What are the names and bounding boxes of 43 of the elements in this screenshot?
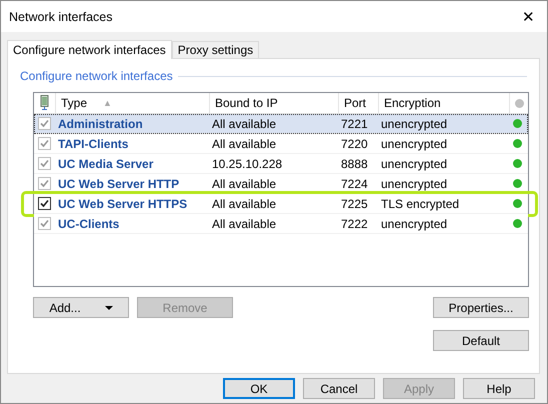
button[interactable]: Help	[463, 378, 535, 399]
table-cell-text: All available	[211, 216, 278, 230]
table-cell-text: 8888	[340, 156, 369, 170]
group-title: Configure network interfaces	[20, 69, 173, 83]
close-button[interactable]: ✕	[520, 8, 537, 26]
table-cell-text: All available	[211, 116, 278, 130]
table-cell-text: TAPI-Clients	[57, 136, 130, 150]
table-cell-text: 7222	[340, 216, 369, 230]
table-cell-text: 7220	[340, 136, 369, 150]
table-cell-text: All available	[211, 196, 278, 210]
checkbox[interactable]	[38, 197, 51, 210]
button[interactable]: Properties...	[433, 297, 529, 318]
table-cell-text: UC Media Server	[57, 156, 154, 170]
table-cell-text: 7225	[340, 196, 369, 210]
tab[interactable]: Proxy settings	[172, 41, 260, 58]
table-cell-text: UC Web Server HTTP	[57, 176, 180, 190]
button[interactable]: Add...	[33, 297, 129, 318]
table-cell-text: unencrypted	[380, 156, 448, 170]
column-header[interactable]: Type ▲	[55, 93, 209, 113]
table-cell-text: unencrypted	[380, 136, 448, 150]
table-cell-text: UC Web Server HTTPS	[57, 196, 188, 210]
table-cell-text: unencrypted	[380, 116, 448, 130]
window-title: Network interfaces	[9, 10, 113, 24]
tab[interactable]: Configure network interfaces	[7, 40, 172, 59]
table-cell-text: All available	[211, 136, 278, 150]
table-cell-text: Administration	[57, 116, 144, 130]
table-cell-text: UC-Clients	[57, 216, 120, 230]
default-button[interactable]: Default	[433, 330, 529, 351]
table-cell-text: All available	[211, 176, 278, 190]
table-cell-text: TLS encrypted	[380, 196, 460, 210]
table-cell-text: 10.25.10.228	[211, 156, 284, 170]
column-header[interactable]: Bound to IP	[209, 93, 338, 113]
button[interactable]: Cancel	[303, 378, 375, 399]
button[interactable]: OK	[223, 378, 295, 399]
table-cell-text: unencrypted	[380, 176, 448, 190]
table-cell-text: 7221	[340, 116, 369, 130]
table-cell-text: 7224	[340, 176, 369, 190]
sort-arrow: ▲	[103, 98, 112, 108]
column-header[interactable]: Port	[338, 93, 378, 113]
column-header[interactable]: Encryption	[378, 93, 509, 113]
table-cell-text: unencrypted	[380, 216, 448, 230]
status-icon	[515, 98, 524, 108]
server-icon	[40, 95, 49, 111]
